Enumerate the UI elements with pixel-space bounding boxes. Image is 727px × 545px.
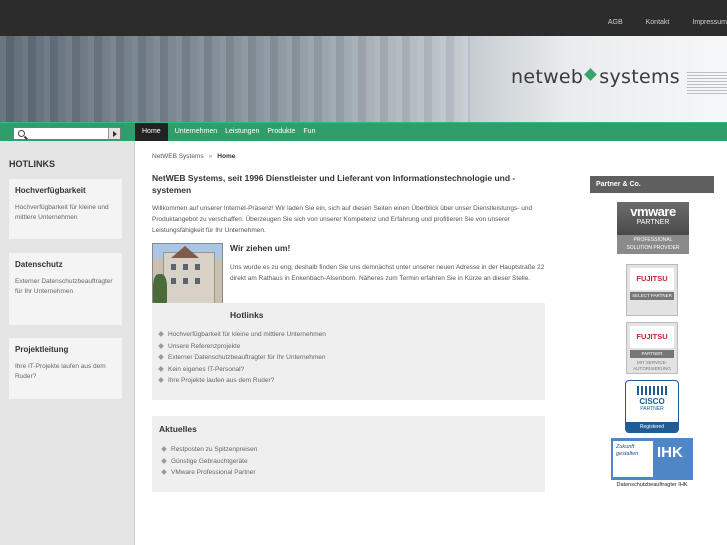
top-bar: AGB Kontakt Impressum xyxy=(0,0,727,36)
hotlink-item[interactable]: Externer Datenschutzbeauftragter für Ihr… xyxy=(159,352,545,364)
sidebar-box-title: Hochverfügbarkeit xyxy=(15,186,86,195)
search-box xyxy=(13,127,121,140)
moving-text: Uns wurde es zu eng, deshalb finden Sie … xyxy=(230,264,545,282)
logo-left-text: netweb xyxy=(511,66,584,88)
hotlinks-title: Hotlinks xyxy=(230,310,264,320)
photo-window xyxy=(183,278,188,284)
fujitsu-label: PARTNER xyxy=(630,350,674,358)
aktuelles-list: Restposten zu Spitzenpreisen Günstige Ge… xyxy=(162,444,545,479)
hotlink-item[interactable]: Unsere Referenzprojekte xyxy=(159,341,545,353)
fujitsu-sub: MIT SERVICE-AUTORISIERUNG xyxy=(633,360,671,371)
kontakt-link[interactable]: Kontakt xyxy=(646,19,670,26)
breadcrumb-separator: » xyxy=(208,153,213,160)
ihk-caption: Datenschutzbeauftragter IHK xyxy=(616,482,688,488)
menu-item-home[interactable]: Home xyxy=(135,123,168,141)
main-menu: Home Unternehmen Leistungen Produkte Fun xyxy=(135,123,323,141)
menu-item-leistungen[interactable]: Leistungen xyxy=(225,123,267,141)
agb-link[interactable]: AGB xyxy=(608,19,623,26)
ihk-logo[interactable]: Zukunft gestalten IHK xyxy=(611,438,693,480)
hotlinks-box: Hotlinks Hochverfügbarkeit für kleine un… xyxy=(152,303,545,400)
left-sidebar: HOTLINKS Hochverfügbarkeit Hochverfügbar… xyxy=(0,141,135,545)
page-title: NetWEB Systems, seit 1996 Dienstleister … xyxy=(152,173,516,195)
cisco-partner-label: PARTNER xyxy=(640,406,664,412)
impressum-link[interactable]: Impressum xyxy=(692,19,727,26)
sidebar-box-text: Externer Datenschutzbeauftragter für Ihr… xyxy=(15,278,113,295)
hotlink-item[interactable]: Ihre Projekte laufen aus dem Ruder? xyxy=(159,375,545,387)
sidebar-box-title: Projektleitung xyxy=(15,345,69,354)
vmware-brand: vmware xyxy=(630,204,676,219)
building-photo xyxy=(152,243,223,304)
main-nav-bar: Home Unternehmen Leistungen Produkte Fun xyxy=(0,122,727,141)
moving-heading: Wir ziehen um! xyxy=(230,243,291,253)
fujitsu-label: SELECT PARTNER xyxy=(630,292,674,300)
menu-item-fun[interactable]: Fun xyxy=(303,123,323,141)
vmware-sub2: SOLUTION PROVIDER xyxy=(626,245,680,251)
fujitsu-select-partner-logo[interactable]: FUJITSU SELECT PARTNER xyxy=(626,264,678,316)
cisco-bars-icon xyxy=(637,386,667,395)
sidebar-box-text: Ihre IT-Projekte laufen aus dem Ruder? xyxy=(15,363,106,380)
aktuelles-item[interactable]: Restposten zu Spitzenpreisen xyxy=(162,444,545,456)
sidebar-box-hochverfuegbarkeit[interactable]: Hochverfügbarkeit Hochverfügbarkeit für … xyxy=(9,179,122,239)
menu-item-produkte[interactable]: Produkte xyxy=(267,123,303,141)
photo-tree xyxy=(153,274,167,303)
breadcrumb-root[interactable]: NetWEB Systems xyxy=(152,153,204,160)
search-icon xyxy=(18,130,25,137)
cisco-partner-logo[interactable]: CISCO PARTNER Registered xyxy=(625,380,679,433)
cisco-status: Registered xyxy=(626,422,678,432)
cisco-brand: CISCO xyxy=(639,397,665,406)
intro-text: Willkommen auf unserer Internet-Präsenz!… xyxy=(152,205,533,234)
photo-window xyxy=(183,264,188,270)
menu-item-unternehmen[interactable]: Unternehmen xyxy=(175,123,225,141)
sidebar-box-projektleitung[interactable]: Projektleitung Ihre IT-Projekte laufen a… xyxy=(9,338,122,399)
search-submit-button[interactable] xyxy=(108,128,120,139)
top-links: AGB Kontakt Impressum xyxy=(585,19,727,26)
hotlink-item[interactable]: Hochverfügbarkeit für kleine und mittler… xyxy=(159,329,545,341)
fujitsu-brand: FUJITSU xyxy=(630,268,674,290)
aktuelles-box: Aktuelles Restposten zu Spitzenpreisen G… xyxy=(152,416,545,492)
aktuelles-item[interactable]: VMware Professional Partner xyxy=(162,467,545,479)
logo-diamond-icon xyxy=(584,68,598,81)
sidebar-box-text: Hochverfügbarkeit für kleine und mittler… xyxy=(15,204,109,221)
ihk-brand: IHK xyxy=(657,444,683,461)
photo-window xyxy=(171,278,176,284)
vmware-sub1: PROFESSIONAL xyxy=(633,237,673,243)
fujitsu-service-partner-logo[interactable]: FUJITSU PARTNER MIT SERVICE-AUTORISIERUN… xyxy=(626,322,678,374)
breadcrumb-current: Home xyxy=(217,153,236,160)
aktuelles-item[interactable]: Günstige Gebrauchtgeräte xyxy=(162,456,545,468)
banner-texture xyxy=(0,36,470,122)
logo-right-text: systems xyxy=(599,66,680,88)
fujitsu-brand: FUJITSU xyxy=(630,326,674,348)
ihk-tagline: Zukunft gestalten xyxy=(613,441,653,477)
sidebar-box-datenschutz[interactable]: Datenschutz Externer Datenschutzbeauftra… xyxy=(9,253,122,325)
aktuelles-title: Aktuelles xyxy=(159,424,197,434)
breadcrumb: NetWEB Systems » Home xyxy=(152,153,235,160)
vmware-partner-logo[interactable]: vmware PARTNER PROFESSIONAL SOLUTION PRO… xyxy=(617,202,689,254)
search-input[interactable] xyxy=(28,128,108,139)
site-logo[interactable]: netweb systems xyxy=(511,66,680,88)
partners-heading: Partner & Co. xyxy=(590,176,714,193)
vmware-partner-label: PARTNER xyxy=(636,219,670,226)
photo-window xyxy=(195,278,200,284)
sidebar-heading: HOTLINKS xyxy=(9,159,55,169)
hotlinks-list: Hochverfügbarkeit für kleine und mittler… xyxy=(159,329,545,387)
photo-window xyxy=(171,264,176,270)
header-banner: netweb systems xyxy=(0,36,727,122)
banner-lines xyxy=(687,72,727,94)
hotlink-item[interactable]: Kein eigenes IT-Personal? xyxy=(159,364,545,376)
photo-window xyxy=(195,264,200,270)
vmware-logo-top: vmware PARTNER xyxy=(617,202,689,235)
vmware-logo-bottom: PROFESSIONAL SOLUTION PROVIDER xyxy=(617,235,689,254)
sidebar-box-title: Datenschutz xyxy=(15,260,63,269)
